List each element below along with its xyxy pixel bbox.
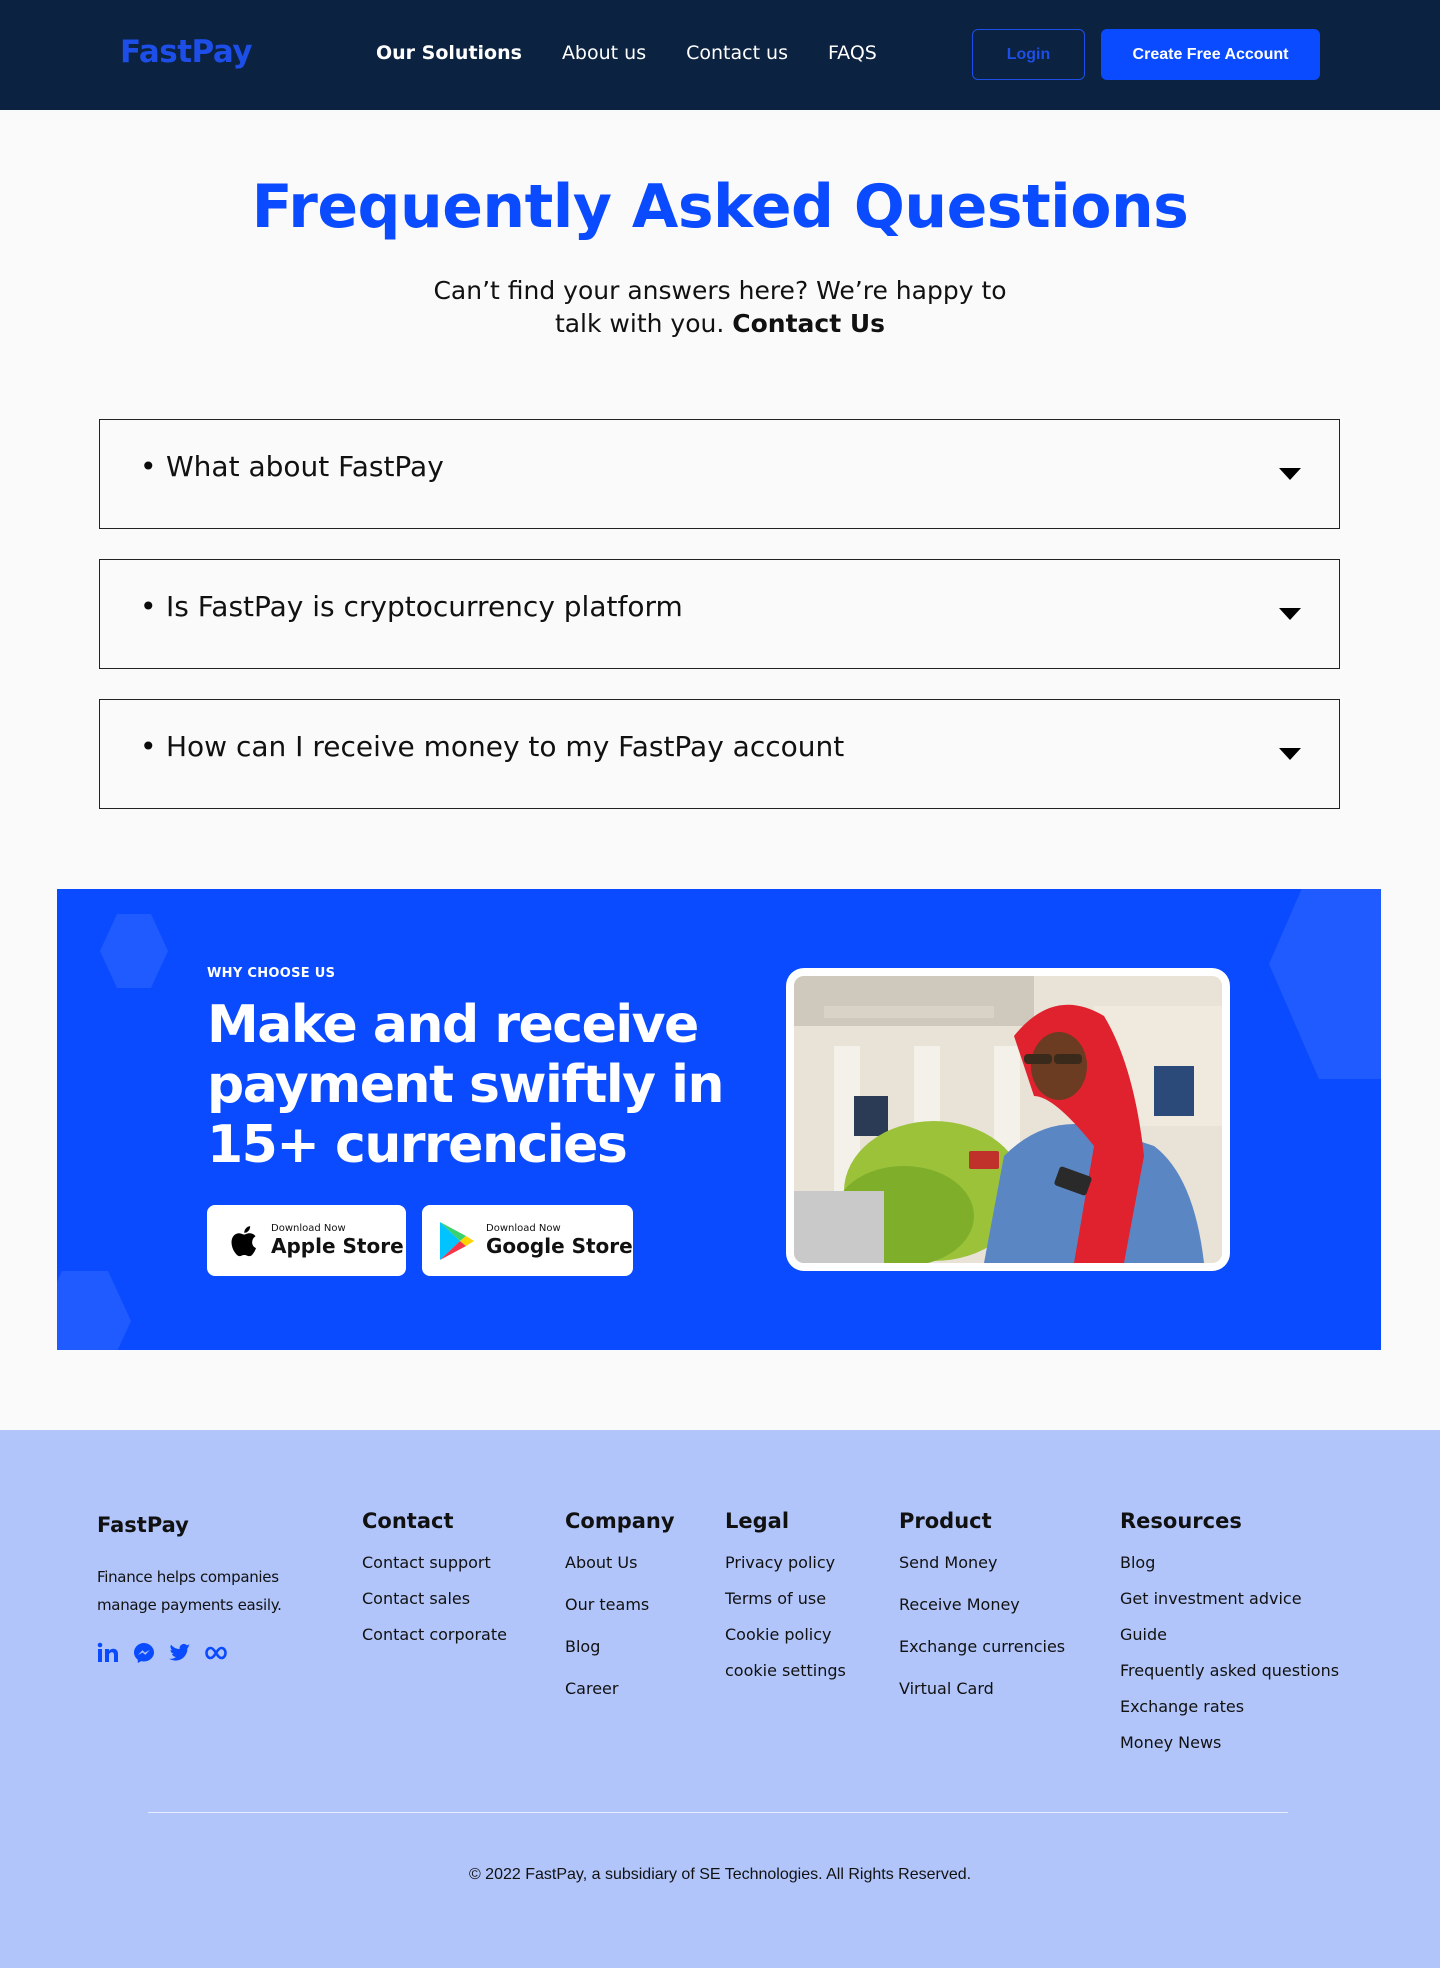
footer-link[interactable]: Virtual Card [899,1679,1065,1698]
footer-link[interactable]: Contact corporate [362,1625,507,1644]
footer-col-title: Company [565,1509,675,1533]
apple-store-text: Download Now Apple Store [271,1223,404,1258]
caret-down-icon[interactable] [1279,748,1301,760]
footer-link[interactable]: Blog [1120,1553,1339,1572]
hexagon-decoration [1269,889,1381,1079]
footer-link[interactable]: Our teams [565,1595,675,1614]
footer-divider [148,1812,1288,1813]
logo[interactable]: FastPay [120,34,253,70]
footer-description: Finance helps companies manage payments … [97,1568,282,1614]
nav-faqs[interactable]: FAQS [828,42,877,64]
twitter-icon[interactable] [169,1642,191,1664]
footer-col-title: Legal [725,1509,790,1533]
faq-question: What about FastPay [166,450,444,483]
login-button[interactable]: Login [972,29,1085,80]
social-links [97,1642,227,1664]
footer-col-company: Company About Us Our teams Blog Career [565,1509,675,1721]
apple-store-label: Apple Store [271,1234,404,1258]
faq-item[interactable]: • What about FastPay [99,419,1340,529]
footer-link[interactable]: Cookie policy [725,1625,846,1644]
meta-icon[interactable] [205,1642,227,1664]
create-account-button[interactable]: Create Free Account [1101,29,1320,80]
footer-link[interactable]: Send Money [899,1553,1065,1572]
photo-frame [786,968,1230,1271]
google-play-icon [440,1221,474,1260]
footer-col-title: Resources [1120,1509,1242,1533]
footer-col-product: Product Send Money Receive Money Exchang… [899,1509,1065,1721]
caret-down-icon[interactable] [1279,468,1301,480]
faq-question: How can I receive money to my FastPay ac… [166,730,845,763]
footer-link[interactable]: Exchange currencies [899,1637,1065,1656]
faq-subtitle: Can’t find your answers here? We’re happ… [420,274,1020,340]
caret-down-icon[interactable] [1279,608,1301,620]
why-choose-us-banner: WHY CHOOSE US Make and receive payment s… [57,889,1381,1350]
download-now-label: Download Now [486,1223,561,1234]
footer-col-title: Product [899,1509,992,1533]
footer-link[interactable]: Career [565,1679,675,1698]
page-title: Frequently Asked Questions [251,172,1189,242]
linkedin-icon[interactable] [97,1642,119,1664]
footer-link[interactable]: Terms of use [725,1589,846,1608]
eyebrow-label: WHY CHOOSE US [207,966,336,981]
banner-headline: Make and receive payment swiftly in 15+ … [207,995,725,1175]
footer-link[interactable]: Privacy policy [725,1553,846,1572]
faq-item[interactable]: • How can I receive money to my FastPay … [99,699,1340,809]
messenger-icon[interactable] [133,1642,155,1664]
bullet: • [140,730,157,763]
footer-link[interactable]: Get investment advice [1120,1589,1339,1608]
apple-store-button[interactable]: Download Now Apple Store [207,1205,406,1276]
google-store-button[interactable]: Download Now Google Store [422,1205,633,1276]
faq-item[interactable]: • Is FastPay is cryptocurrency platform [99,559,1340,669]
footer-link[interactable]: Exchange rates [1120,1697,1339,1716]
bullet: • [140,450,157,483]
contact-us-link[interactable]: Contact Us [732,309,885,338]
footer-link[interactable]: Blog [565,1637,675,1656]
faq-subtitle-text: Can’t find your answers here? We’re happ… [433,276,1007,338]
photo-illustration [794,976,1222,1263]
hexagon-decoration [100,914,168,988]
google-store-text: Download Now Google Store [486,1223,633,1258]
copyright: © 2022 FastPay, a subsidiary of SE Techn… [468,1866,972,1883]
bullet: • [140,590,157,623]
footer-link[interactable]: Receive Money [899,1595,1065,1614]
woman-with-card-photo [794,976,1222,1263]
footer-link[interactable]: Frequently asked questions [1120,1661,1339,1680]
hexagon-decoration [57,1271,131,1350]
site-header: FastPay Our Solutions About us Contact u… [0,0,1440,110]
footer-link[interactable]: Money News [1120,1733,1339,1752]
download-now-label: Download Now [271,1223,346,1234]
footer-col-title: Contact [362,1509,454,1533]
nav-contact-us[interactable]: Contact us [686,42,788,64]
footer-col-legal: Legal Privacy policy Terms of use Cookie… [725,1509,846,1697]
footer-link[interactable]: cookie settings [725,1661,846,1680]
main-nav: Our Solutions About us Contact us FAQS [376,42,917,64]
footer-brand: FastPay [97,1513,189,1537]
site-footer: FastPay Finance helps companies manage p… [0,1430,1440,1968]
footer-link[interactable]: About Us [565,1553,675,1572]
faq-question: Is FastPay is cryptocurrency platform [166,590,683,623]
google-store-label: Google Store [486,1234,633,1258]
footer-link[interactable]: Contact sales [362,1589,507,1608]
apple-icon [231,1225,256,1256]
nav-our-solutions[interactable]: Our Solutions [376,42,522,64]
footer-col-contact: Contact Contact support Contact sales Co… [362,1509,507,1661]
footer-col-resources: Resources Blog Get investment advice Gui… [1120,1509,1339,1769]
footer-link[interactable]: Guide [1120,1625,1339,1644]
footer-link[interactable]: Contact support [362,1553,507,1572]
nav-about-us[interactable]: About us [562,42,646,64]
